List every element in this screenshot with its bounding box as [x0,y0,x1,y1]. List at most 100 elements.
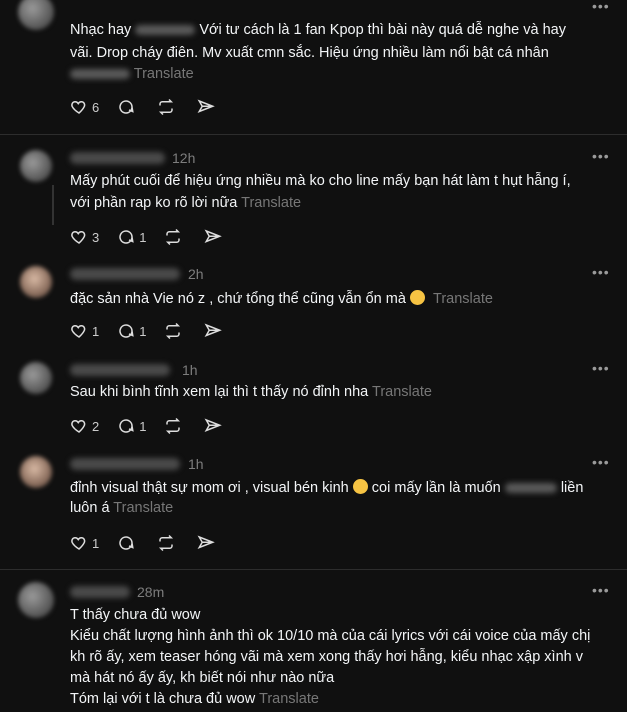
like-button[interactable]: 2 [70,417,99,435]
comment-text: luôn á Translate [70,500,174,516]
username-blurred[interactable] [70,152,165,164]
comment-text: đặc sản nhà Vie nó z , chứ tổng thể cũng… [70,290,493,307]
comment-text: Nhạc hay Với tư cách là 1 fan Kpop thì b… [70,22,566,38]
username-blurred[interactable] [70,586,130,598]
like-count: 1 [92,323,100,339]
share-button[interactable] [197,98,219,116]
reply-count: 1 [139,418,147,434]
repost-icon [166,322,181,340]
heart-icon [71,100,86,114]
timestamp: 2h [188,266,204,282]
translate-link[interactable]: Translate [372,384,432,400]
comment-text: Translate [70,66,194,82]
heart-icon [71,324,86,338]
comment-text: T thấy chưa đủ wow [70,607,201,623]
like-count: 6 [92,99,100,115]
like-button[interactable]: 1 [70,322,99,340]
more-options-icon[interactable]: ••• [592,360,610,376]
emoji-icon [352,479,368,494]
like-count: 2 [92,418,100,434]
repost-icon [166,417,181,435]
comment-text: Sau khi bình tĩnh xem lại thì t thấy nó … [70,384,432,400]
comment-text: mà hát nó ấy ấy, kh biết nói như nào nữa [70,670,335,686]
heart-icon [71,230,86,244]
comment-text: với phần rap ko rõ lời nữa Translate [70,195,302,211]
avatar[interactable] [18,0,54,30]
translate-link[interactable]: Translate [241,195,301,211]
comment-text: kh rõ ấy, xem teaser hóng vãi mà xem xon… [70,649,583,665]
avatar[interactable] [20,456,52,488]
divider [0,569,627,570]
share-button[interactable] [204,417,226,435]
translate-link[interactable]: Translate [113,500,173,516]
username-blurred[interactable] [70,364,170,376]
translate-link[interactable]: Translate [259,691,319,707]
share-button[interactable] [197,534,219,552]
like-count: 3 [92,229,100,245]
more-options-icon[interactable]: ••• [592,0,610,14]
more-options-icon[interactable]: ••• [592,264,610,280]
comment-icon [119,100,134,114]
timestamp: 12h [172,150,196,166]
reply-button[interactable] [117,534,139,552]
translate-link[interactable]: Translate [433,291,493,307]
repost-button[interactable] [157,534,179,552]
action-bar: 6 [70,98,237,116]
heart-icon [71,536,86,550]
more-options-icon[interactable]: ••• [592,454,610,470]
reply-count: 1 [139,229,147,245]
thread-line [52,185,54,225]
comment-icon [119,230,134,244]
repost-button[interactable] [164,228,186,246]
repost-button[interactable] [164,417,186,435]
send-icon [197,99,216,113]
translate-link[interactable]: Translate [134,66,194,82]
divider [0,134,627,135]
repost-icon [166,228,181,246]
like-count: 1 [92,535,100,551]
send-icon [205,229,223,243]
redacted-text [504,483,557,494]
more-options-icon[interactable]: ••• [592,148,610,164]
reply-button[interactable]: 1 [117,322,146,340]
send-icon [205,323,223,337]
share-button[interactable] [204,228,226,246]
repost-button[interactable] [157,98,179,116]
comment-text: Tóm lại với t là chưa đủ wow Translate [70,691,319,707]
avatar[interactable] [20,362,52,394]
avatar[interactable] [18,582,54,618]
redacted-text [70,69,130,80]
reply-count: 1 [139,323,147,339]
comment-icon [119,324,134,338]
repost-icon [159,98,174,116]
reply-button[interactable]: 1 [117,228,146,246]
post-1: ••• Nhạc hay Với tư cách là 1 fan Kpop t… [0,0,627,135]
action-bar: 2 1 [70,417,244,435]
emoji-icon [409,290,425,305]
like-button[interactable]: 6 [70,98,99,116]
redacted-text [135,25,196,36]
like-button[interactable]: 3 [70,228,99,246]
avatar[interactable] [20,150,52,182]
send-icon [197,535,216,549]
action-bar: 1 [70,534,237,552]
username-blurred[interactable] [70,268,180,280]
more-options-icon[interactable]: ••• [592,582,610,598]
like-button[interactable]: 1 [70,534,99,552]
share-button[interactable] [204,322,226,340]
comment-text: đỉnh visual thật sự mom ơi , visual bén … [70,479,584,496]
timestamp: 1h [182,362,198,378]
timestamp: 1h [188,456,204,472]
avatar[interactable] [20,266,52,298]
reply-button[interactable] [117,98,139,116]
send-icon [205,418,223,432]
comment-text: Mấy phút cuối để hiệu ứng nhiều mà ko ch… [70,173,571,189]
repost-icon [159,534,174,552]
comment-text: vãi. Drop cháy điên. Mv xuất cmn sắc. Hi… [70,45,549,61]
action-bar: 3 1 [70,228,244,246]
comment-icon [119,536,134,550]
username-blurred[interactable] [70,458,180,470]
repost-button[interactable] [164,322,186,340]
comment-icon [119,419,134,433]
reply-button[interactable]: 1 [117,417,146,435]
